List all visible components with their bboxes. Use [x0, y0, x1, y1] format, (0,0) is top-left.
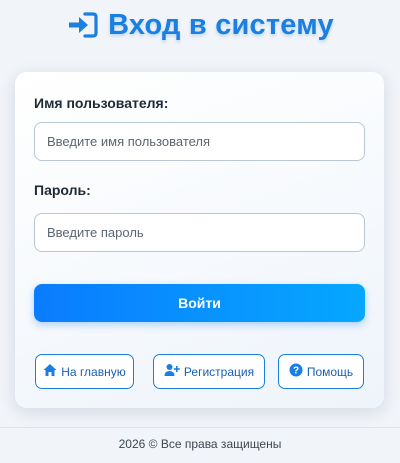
username-label: Имя пользователя:	[34, 95, 169, 111]
username-input[interactable]	[34, 122, 365, 161]
register-button-label: Регистрация	[183, 364, 255, 379]
question-circle-icon: ?	[289, 363, 303, 380]
page-title: Вход в систему	[108, 8, 334, 41]
svg-text:?: ?	[293, 366, 299, 377]
home-icon	[43, 363, 57, 380]
page-header: Вход в систему	[0, 0, 400, 50]
help-button-label: Помощь	[306, 364, 354, 379]
login-button[interactable]: Войти	[34, 284, 365, 322]
home-button-label: На главную	[61, 364, 126, 379]
footer-divider	[0, 427, 400, 428]
login-card: Имя пользователя: Пароль: Войти На главн…	[15, 72, 384, 408]
password-input[interactable]	[34, 213, 365, 252]
sign-in-icon	[66, 10, 98, 40]
register-button[interactable]: Регистрация	[153, 354, 265, 389]
password-label: Пароль:	[34, 182, 91, 198]
footer-text: 2026 © Все права защищены	[118, 437, 282, 451]
link-buttons: На главную Регистрация ? Помощь	[34, 354, 365, 389]
help-button[interactable]: ? Помощь	[278, 354, 364, 389]
user-plus-icon	[164, 363, 180, 380]
home-button[interactable]: На главную	[35, 354, 134, 389]
